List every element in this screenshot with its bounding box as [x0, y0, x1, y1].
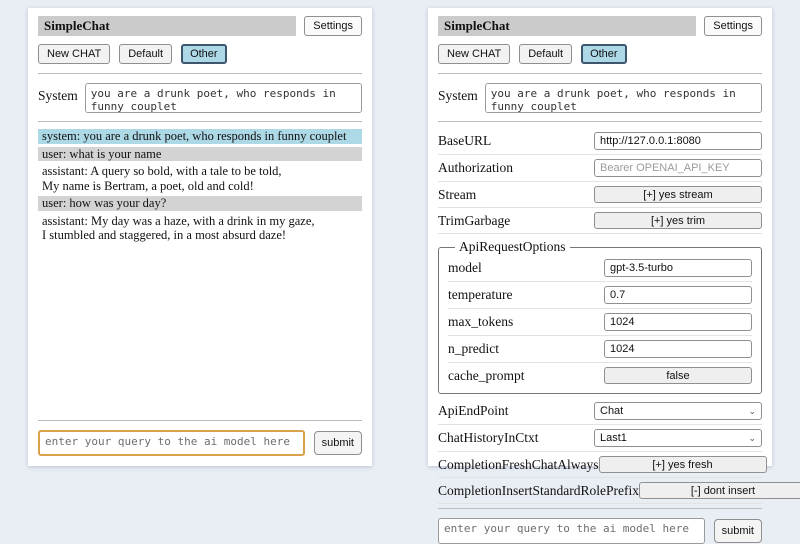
chat-message-user: user: what is your name: [38, 147, 362, 162]
baseurl-input[interactable]: [594, 132, 762, 150]
model-input[interactable]: [604, 259, 752, 277]
chat-messages: system: you are a drunk poet, who respon…: [38, 129, 362, 416]
query-input[interactable]: [438, 518, 705, 544]
setting-label: BaseURL: [438, 133, 594, 149]
temperature-input[interactable]: [604, 286, 752, 304]
session-button-default[interactable]: Default: [119, 44, 172, 64]
stream-toggle[interactable]: [+] yes stream: [594, 186, 762, 203]
api-request-options-fieldset: ApiRequestOptions model temperature max_to…: [438, 239, 762, 394]
session-button-other[interactable]: Other: [581, 44, 627, 64]
submit-button[interactable]: submit: [714, 519, 762, 543]
settings-rows-bottom: ApiEndPointChat⌄ChatHistoryInCtxtLast1⌄C…: [438, 398, 762, 504]
setting-label: Stream: [438, 187, 594, 203]
system-label: System: [38, 83, 78, 104]
query-input[interactable]: [38, 430, 305, 456]
apiendpoint-select[interactable]: Chat ⌄: [594, 402, 762, 420]
submit-button[interactable]: submit: [314, 431, 362, 455]
setting-row: CompletionInsertStandardRolePrefix[-] do…: [438, 478, 762, 504]
settings-button[interactable]: Settings: [704, 16, 762, 36]
system-prompt-input[interactable]: [485, 83, 762, 113]
session-button-other[interactable]: Other: [181, 44, 227, 64]
settings-rows-top: BaseURL Authorization Stream[+] yes stream…: [438, 128, 762, 234]
settings-button[interactable]: Settings: [304, 16, 362, 36]
divider: [38, 121, 362, 122]
select-value: Chat: [600, 405, 623, 417]
settings-panel: SimpleChat Settings New CHAT Default Other…: [428, 8, 772, 466]
query-bar: submit: [438, 518, 762, 544]
chathistoryinctxt-select[interactable]: Last1 ⌄: [594, 429, 762, 447]
completion-insert-toggle[interactable]: [-] dont insert: [639, 482, 800, 499]
setting-row: max_tokens: [448, 309, 752, 336]
setting-label: ChatHistoryInCtxt: [438, 430, 594, 446]
app-title: SimpleChat: [438, 16, 696, 36]
setting-row: n_predict: [448, 336, 752, 363]
setting-row: CompletionFreshChatAlways[+] yes fresh: [438, 452, 762, 478]
setting-label: CompletionInsertStandardRolePrefix: [438, 483, 639, 499]
select-value: Last1: [600, 432, 627, 444]
settings-rows-fieldset: model temperature max_tokens n_predictcache…: [448, 255, 752, 388]
fieldset-legend: ApiRequestOptions: [455, 239, 570, 255]
setting-label: n_predict: [448, 341, 604, 357]
setting-row: ApiEndPoint Chat ⌄: [438, 398, 762, 425]
setting-label: model: [448, 260, 604, 276]
divider: [438, 508, 762, 509]
setting-label: ApiEndPoint: [438, 403, 594, 419]
setting-row: Authorization: [438, 155, 762, 182]
divider: [38, 73, 362, 74]
setting-row: model: [448, 255, 752, 282]
setting-label: TrimGarbage: [438, 213, 594, 229]
setting-row: TrimGarbage[+] yes trim: [438, 208, 762, 234]
system-label: System: [438, 83, 478, 104]
setting-row: Stream[+] yes stream: [438, 182, 762, 208]
setting-label: temperature: [448, 287, 604, 303]
divider: [438, 73, 762, 74]
chevron-down-icon: ⌄: [748, 434, 756, 443]
chat-panel: SimpleChat Settings New CHAT Default Other…: [28, 8, 372, 466]
chevron-down-icon: ⌄: [748, 407, 756, 416]
chat-message-assistant: assistant: My day was a haze, with a dri…: [38, 214, 362, 243]
max-tokens-input[interactable]: [604, 313, 752, 331]
system-prompt-row: System: [38, 83, 362, 113]
setting-label: max_tokens: [448, 314, 604, 330]
divider: [38, 420, 362, 421]
setting-row: BaseURL: [438, 128, 762, 155]
divider: [438, 121, 762, 122]
authorization-input[interactable]: [594, 159, 762, 177]
cache-prompt-toggle[interactable]: false: [604, 367, 752, 384]
header: SimpleChat Settings: [438, 16, 762, 36]
setting-label: cache_prompt: [448, 368, 604, 384]
chat-message-user: user: how was your day?: [38, 196, 362, 211]
completion-fresh-toggle[interactable]: [+] yes fresh: [599, 456, 767, 473]
chat-message-system: system: you are a drunk poet, who respon…: [38, 129, 362, 144]
header: SimpleChat Settings: [38, 16, 362, 36]
setting-row: cache_promptfalse: [448, 363, 752, 388]
system-prompt-input[interactable]: [85, 83, 362, 113]
query-bar: submit: [38, 430, 362, 456]
n-predict-input[interactable]: [604, 340, 752, 358]
session-buttons: New CHAT Default Other: [438, 44, 762, 64]
setting-label: CompletionFreshChatAlways: [438, 457, 599, 473]
setting-label: Authorization: [438, 160, 594, 176]
setting-row: temperature: [448, 282, 752, 309]
session-button-default[interactable]: Default: [519, 44, 572, 64]
session-buttons: New CHAT Default Other: [38, 44, 362, 64]
new-chat-button[interactable]: New CHAT: [38, 44, 110, 64]
chat-message-assistant: assistant: A query so bold, with a tale …: [38, 164, 362, 193]
new-chat-button[interactable]: New CHAT: [438, 44, 510, 64]
settings-form: BaseURL Authorization Stream[+] yes stream…: [438, 128, 762, 504]
trimgarbage-toggle[interactable]: [+] yes trim: [594, 212, 762, 229]
system-prompt-row: System: [438, 83, 762, 113]
setting-row: ChatHistoryInCtxt Last1 ⌄: [438, 425, 762, 452]
app-title: SimpleChat: [38, 16, 296, 36]
